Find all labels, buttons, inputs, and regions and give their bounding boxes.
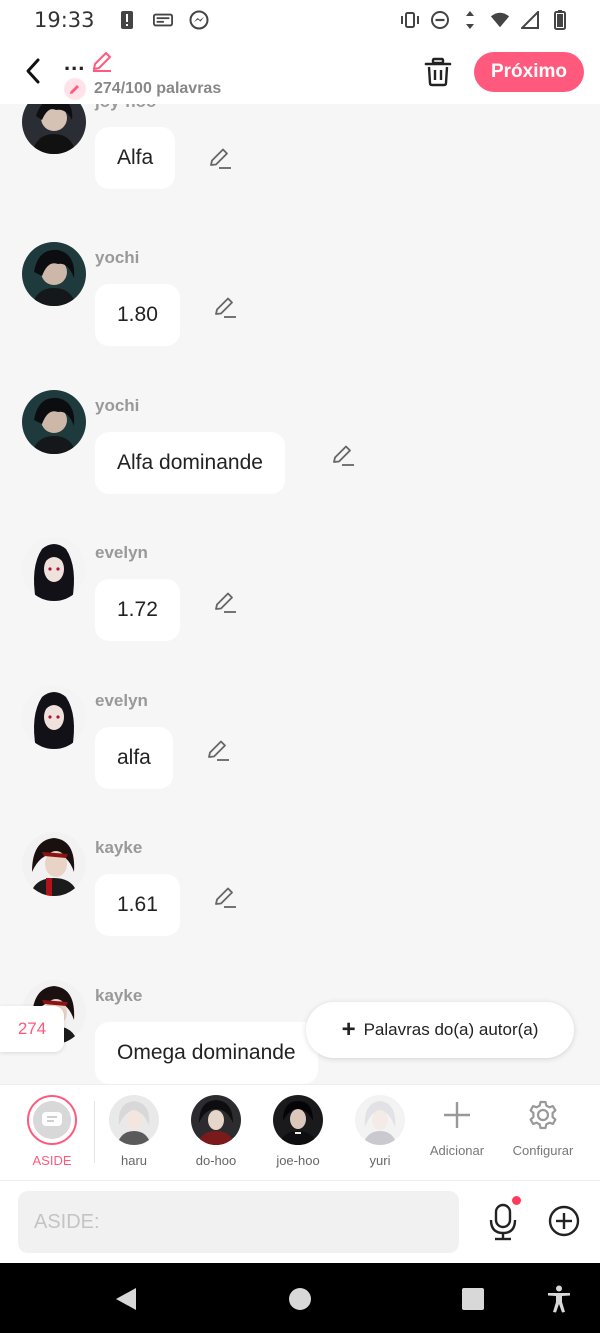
character-name: yuri [369,1153,391,1168]
avatar[interactable] [22,537,86,601]
avatar[interactable] [22,104,86,154]
edit-message-icon[interactable] [212,884,238,910]
add-character-button[interactable]: Adicionar [424,1095,490,1158]
add-label: Adicionar [429,1143,485,1158]
message-input[interactable] [18,1191,459,1253]
card-icon [152,10,173,30]
message-author: yochi [95,248,140,267]
avatar [191,1095,241,1145]
pencil-icon [64,78,86,100]
nav-back-button[interactable] [112,1285,140,1313]
message-bubble[interactable]: Omega dominande [95,1022,318,1084]
aside-avatar [27,1095,77,1145]
avatar[interactable] [22,832,86,896]
author-words-label: Palavras do(a) autor(a) [363,1020,539,1039]
avatar [355,1095,405,1145]
data-arrows-icon [460,10,480,30]
message-bubble[interactable]: alfa [95,727,173,789]
avatar[interactable] [22,685,86,749]
character-aside[interactable]: ASIDE [17,1095,87,1168]
plus-icon [437,1095,477,1135]
vibrate-icon [400,10,420,30]
back-button[interactable] [18,54,48,88]
alert-icon [117,10,137,30]
microphone-button[interactable] [486,1203,520,1241]
do-not-disturb-icon [430,10,450,30]
navigation-bar [0,1263,600,1333]
settings-button[interactable]: Configurar [506,1095,580,1158]
message-bubble[interactable]: 1.72 [95,579,180,641]
character-name: haru [120,1153,148,1168]
gear-icon [523,1095,563,1135]
character-bar: ASIDE haru do-hoo joe-hoo yuri Adicionar [0,1084,600,1180]
message-bubble[interactable]: Alfa dominande [95,432,285,494]
edit-message-icon[interactable] [207,145,233,171]
chat-list[interactable]: joy-hoo Alfa yochi 1.80 yochi Alfa domin… [0,104,600,1084]
chat-bubble-icon [42,1112,62,1126]
message-author: joy-hoo [95,104,156,112]
delete-button[interactable] [422,56,454,88]
settings-label: Configurar [512,1143,574,1158]
status-time: 19:33 [34,8,95,32]
message-author: kayke [95,838,143,857]
avatar [109,1095,159,1145]
word-count: 274/100 palavras [64,78,221,100]
author-words-button[interactable]: + Palavras do(a) autor(a) [306,1002,574,1058]
signal-icon [520,10,540,30]
header: ... 274/100 palavras Próximo [0,40,600,104]
messenger-icon [189,10,209,30]
edit-message-icon[interactable] [205,737,231,763]
character-haru[interactable]: haru [99,1095,169,1168]
divider [94,1101,95,1163]
input-bar [0,1180,600,1263]
trash-icon [424,57,452,87]
battery-icon [550,10,570,30]
wifi-icon [490,10,510,30]
message-author: kayke [95,986,143,1005]
message-author: yochi [95,396,140,415]
status-bar: 19:33 [0,0,600,40]
message-bubble[interactable]: Alfa [95,127,176,189]
character-do-hoo[interactable]: do-hoo [181,1095,251,1168]
accessibility-icon [548,1285,570,1313]
message-author: evelyn [95,543,148,562]
message-author: evelyn [95,691,148,710]
character-name: joe-hoo [276,1153,320,1168]
plus-icon: + [341,1016,356,1043]
word-count-text: 274/100 palavras [94,80,222,97]
count-badge[interactable]: 274 [0,1006,64,1052]
edit-title-icon[interactable] [90,49,114,73]
recents-square-icon [462,1288,484,1310]
chevron-left-icon [26,58,40,84]
back-triangle-icon [116,1288,136,1310]
plus-circle-icon [548,1205,580,1237]
edit-message-icon[interactable] [212,294,238,320]
accessibility-button[interactable] [545,1285,573,1313]
nav-home-button[interactable] [286,1285,314,1313]
character-joe-hoo[interactable]: joe-hoo [263,1095,333,1168]
edit-message-icon[interactable] [330,442,356,468]
story-title[interactable]: ... [64,50,85,76]
microphone-icon [489,1203,517,1241]
avatar[interactable] [22,242,86,306]
avatar[interactable] [22,390,86,454]
character-yuri[interactable]: yuri [345,1095,415,1168]
home-circle-icon [289,1288,311,1310]
add-button[interactable] [548,1205,580,1237]
avatar [273,1095,323,1145]
character-name: ASIDE [32,1153,72,1168]
message-bubble[interactable]: 1.80 [95,284,180,346]
message-bubble[interactable]: 1.61 [95,874,180,936]
nav-recents-button[interactable] [459,1285,487,1313]
edit-message-icon[interactable] [212,589,238,615]
next-button[interactable]: Próximo [474,52,584,92]
notification-dot [512,1196,521,1205]
character-name: do-hoo [195,1153,237,1168]
